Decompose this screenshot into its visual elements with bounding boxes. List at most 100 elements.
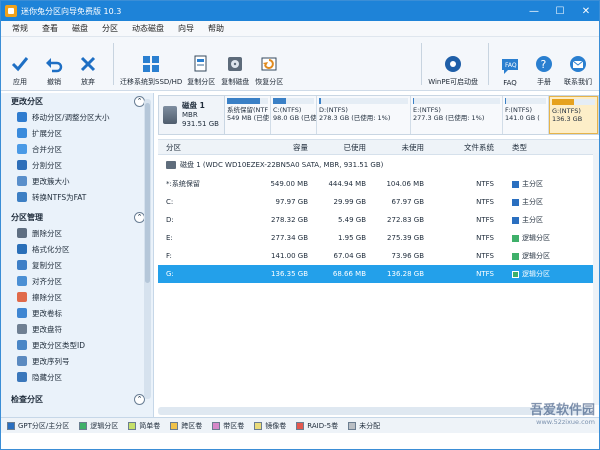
menu-view[interactable]: 查看: [35, 23, 65, 34]
legend-label: RAID-5卷: [307, 421, 339, 430]
disk-info[interactable]: 磁盘 1 MBR 931.51 GB: [159, 96, 225, 134]
winpe-boot-button[interactable]: WinPE可启动盘: [428, 41, 478, 87]
undo-button[interactable]: 撤销: [39, 41, 69, 87]
copy-disk-icon: [226, 55, 244, 73]
column-header-type[interactable]: 类型: [494, 142, 564, 153]
used-cell: 444.94 MB: [328, 180, 366, 188]
mail-icon: [569, 55, 587, 73]
section-header-change-partition[interactable]: 更改分区 ⌃: [1, 93, 153, 109]
sidebar-item-wipe[interactable]: 擦除分区: [1, 289, 153, 305]
sidebar-item-cluster-size[interactable]: 更改簇大小: [1, 173, 153, 189]
partition-type-swatch-icon: [512, 270, 519, 278]
usage-bar: [273, 98, 286, 104]
disk-row[interactable]: 磁盘 1 (WDC WD10EZEX-22BN5A0 SATA, MBR, 93…: [158, 155, 599, 175]
disk-row-label: 磁盘 1 (WDC WD10EZEX-22BN5A0 SATA, MBR, 93…: [180, 161, 384, 169]
partition-block-selected[interactable]: G:(NTFS) 136.3 GB: [549, 96, 598, 134]
sidebar-item-ntfs-to-fat[interactable]: 转换NTFS为FAT: [1, 189, 153, 205]
menu-partition[interactable]: 分区: [95, 23, 125, 34]
watermark: 吾爱软件园 www.52zixue.com: [529, 403, 595, 426]
menu-general[interactable]: 常规: [5, 23, 35, 34]
partition-block[interactable]: E:(NTFS) 277.3 GB (已使用: 1%): [411, 96, 503, 134]
help-question-icon: ?: [535, 55, 553, 73]
table-row[interactable]: E: 277.34 GB 1.95 GB 275.39 GB NTFS 逻辑分区: [158, 229, 599, 247]
sidebar-item-serial[interactable]: 更改序列号: [1, 353, 153, 369]
column-header-partition[interactable]: 分区: [158, 142, 258, 153]
content-pane: 磁盘 1 MBR 931.51 GB 系统保留(NTF 549 MB (已使 C…: [154, 93, 599, 417]
sidebar-scrollbar[interactable]: [144, 99, 151, 399]
legend-swatch-icon: [128, 421, 137, 430]
faq-button[interactable]: FAQ FAQ: [495, 41, 525, 87]
discard-button[interactable]: 放弃: [73, 41, 103, 87]
sidebar-item-move-resize[interactable]: 移动分区/调整分区大小: [1, 109, 153, 125]
table-row[interactable]: C: 97.97 GB 29.99 GB 67.97 GB NTFS 主分区: [158, 193, 599, 211]
app-logo-icon: [5, 5, 17, 17]
contact-button[interactable]: 联系我们: [563, 41, 593, 87]
toolbar-separator: [488, 42, 489, 85]
menu-disk[interactable]: 磁盘: [65, 23, 95, 34]
sidebar-item-align[interactable]: 对齐分区: [1, 273, 153, 289]
used-cell: 67.04 GB: [333, 252, 367, 260]
svg-text:FAQ: FAQ: [505, 62, 517, 69]
section-header-check-partition[interactable]: 检查分区 ⌃: [1, 391, 153, 407]
menu-help[interactable]: 帮助: [201, 23, 231, 34]
partition-block[interactable]: 系统保留(NTF 549 MB (已使: [225, 96, 271, 134]
sidebar-item-delete[interactable]: 删除分区: [1, 225, 153, 241]
disk-name: 磁盘 1: [182, 101, 205, 110]
copy-partition-button[interactable]: 复制分区: [186, 41, 216, 87]
minimize-button[interactable]: —: [521, 1, 547, 21]
column-header-used[interactable]: 已使用: [308, 142, 367, 153]
sidebar-item-split[interactable]: 分割分区: [1, 157, 153, 173]
column-header-capacity[interactable]: 容量: [258, 142, 308, 153]
sidebar-item-merge[interactable]: 合并分区: [1, 141, 153, 157]
sidebar-item-label[interactable]: 更改卷标: [1, 305, 153, 321]
sidebar-item-hide[interactable]: 隐藏分区: [1, 369, 153, 385]
partition-block[interactable]: F:(NTFS) 141.0 GB (: [503, 96, 549, 134]
horizontal-scrollbar[interactable]: [158, 407, 591, 415]
legend-label: GPT分区/主分区: [18, 421, 70, 430]
format-brush-icon: [17, 244, 27, 254]
sidebar: 更改分区 ⌃ 移动分区/调整分区大小 扩展分区 合并分区 分割分区 更改簇大小 …: [1, 93, 154, 417]
restore-partition-icon: [260, 55, 278, 73]
unused-cell: 136.28 GB: [387, 270, 424, 278]
apply-button[interactable]: 应用: [5, 41, 35, 87]
align-icon: [17, 276, 27, 286]
column-header-filesystem[interactable]: 文件系统: [424, 142, 494, 153]
toolbar-separator: [113, 42, 114, 85]
section-header-partition-management[interactable]: 分区管理 ⌃: [1, 209, 153, 225]
unused-cell: 104.06 MB: [386, 180, 424, 188]
partition-block[interactable]: C:(NTFS) 98.0 GB (已使: [271, 96, 317, 134]
table-row[interactable]: F: 141.00 GB 67.04 GB 73.96 GB NTFS 逻辑分区: [158, 247, 599, 265]
copy-partition-icon: [192, 55, 210, 73]
menu-wizard[interactable]: 向导: [171, 23, 201, 34]
sidebar-item-copy[interactable]: 复制分区: [1, 257, 153, 273]
used-cell: 29.99 GB: [333, 198, 367, 206]
move-resize-icon: [17, 112, 27, 122]
manual-button[interactable]: ? 手册: [529, 41, 559, 87]
sidebar-item-format[interactable]: 格式化分区: [1, 241, 153, 257]
partition-type-label: 主分区: [522, 216, 543, 224]
column-header-unused[interactable]: 未使用: [366, 142, 425, 153]
copy-disk-button[interactable]: 复制磁盘: [220, 41, 250, 87]
drive-letter-icon: [17, 324, 27, 334]
cluster-size-icon: [17, 176, 27, 186]
migrate-os-button[interactable]: 迁移系统到SSD/HD: [120, 41, 182, 87]
undo-arrow-icon: [45, 55, 63, 73]
restore-partition-button[interactable]: 恢复分区: [254, 41, 284, 87]
menu-bar: 常规 查看 磁盘 分区 动态磁盘 向导 帮助: [1, 21, 599, 37]
table-row[interactable]: D: 278.32 GB 5.49 GB 272.83 GB NTFS 主分区: [158, 211, 599, 229]
maximize-button[interactable]: ☐: [547, 1, 573, 21]
sidebar-item-type-id[interactable]: 更改分区类型ID: [1, 337, 153, 353]
unused-cell: 67.97 GB: [391, 198, 425, 206]
table-row[interactable]: *:系统保留 549.00 MB 444.94 MB 104.06 MB NTFS 主分区: [158, 175, 599, 193]
usage-bar: [413, 98, 414, 104]
sidebar-item-extend[interactable]: 扩展分区: [1, 125, 153, 141]
vertical-scrollbar[interactable]: [593, 153, 599, 405]
menu-dynamic-disk[interactable]: 动态磁盘: [125, 23, 171, 34]
partition-type-swatch-icon: [512, 216, 519, 224]
table-row[interactable]: G: 136.35 GB 68.66 MB 136.28 GB NTFS 逻辑分区: [158, 265, 599, 283]
sidebar-item-drive-letter[interactable]: 更改盘符: [1, 321, 153, 337]
close-button[interactable]: ✕: [573, 1, 599, 21]
window-title: 迷你兔分区向导免费版 10.3: [21, 6, 122, 16]
partition-block[interactable]: D:(NTFS) 278.3 GB (已使用: 1%): [317, 96, 411, 134]
partition-type-swatch-icon: [512, 180, 519, 188]
